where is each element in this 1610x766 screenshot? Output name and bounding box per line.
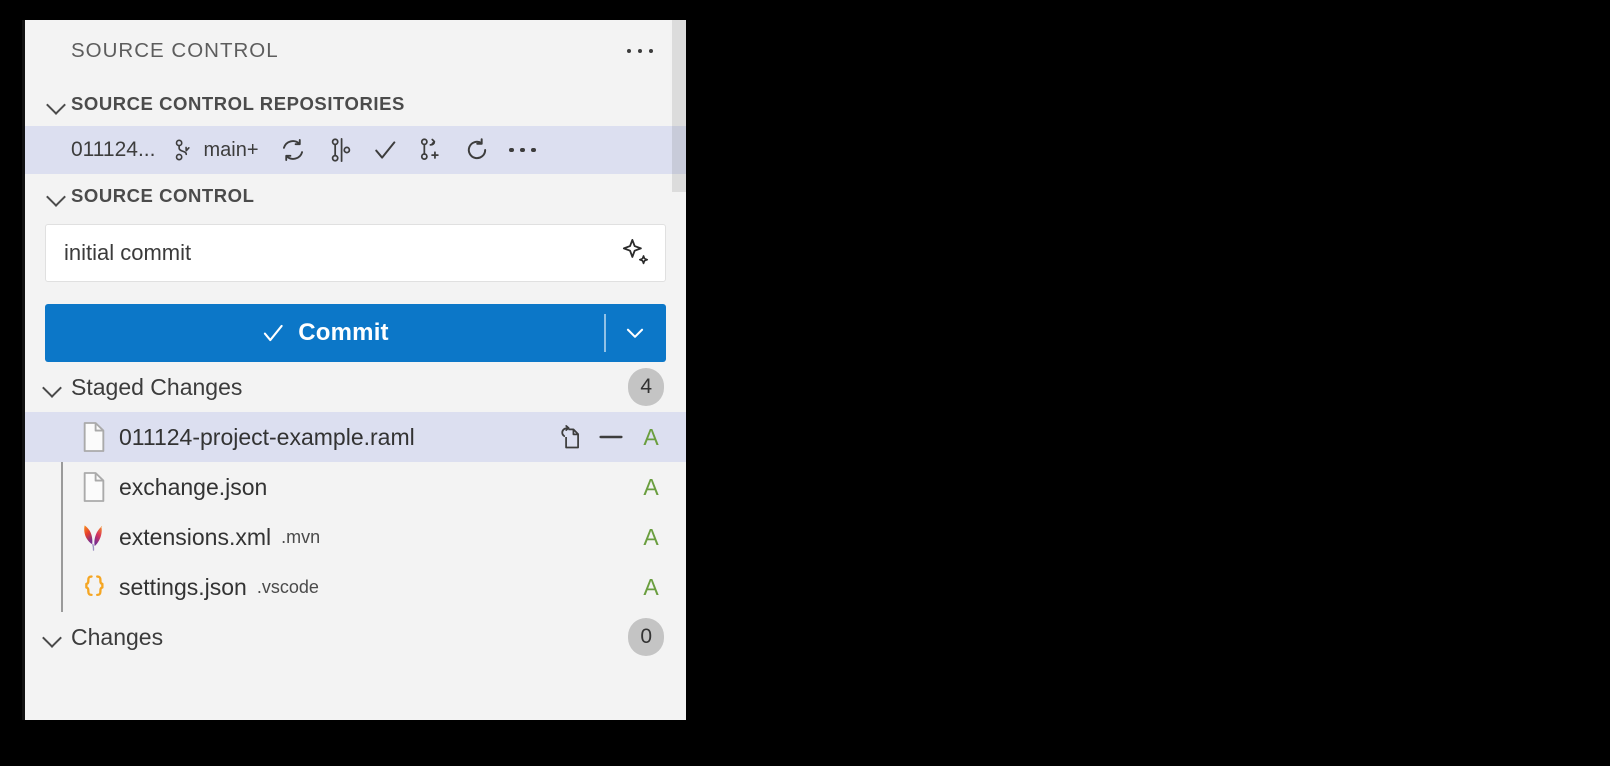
repository-more-actions-button[interactable]	[501, 132, 545, 168]
create-branch-icon	[420, 138, 439, 160]
create-branch-button[interactable]	[405, 130, 453, 170]
view-changes-button[interactable]	[317, 130, 365, 170]
file-list-staged-changes: 011124-project-example.raml A exchange.j…	[25, 412, 686, 612]
group-label-staged-changes: Staged Changes	[71, 373, 243, 400]
status-badge: A	[643, 473, 659, 500]
table-row[interactable]: extensions.xml .mvn A	[25, 512, 686, 562]
chevron-down-icon	[41, 181, 71, 211]
file-blank-icon	[75, 468, 113, 506]
branch-name: main+	[203, 138, 259, 161]
status-badge: 4	[628, 368, 664, 406]
commit-button[interactable]: Commit	[45, 304, 604, 362]
commit-button-repo[interactable]	[365, 130, 405, 170]
repository-name: 011124...	[71, 138, 156, 161]
table-row[interactable]: exchange.json A	[25, 462, 686, 512]
more-actions-icon	[626, 48, 654, 54]
group-header-staged-changes[interactable]: Staged Changes 4	[25, 362, 686, 412]
source-control-panel: SOURCE CONTROL SOURCE CONTROL REPOSITORI…	[22, 20, 686, 720]
sync-changes-button[interactable]	[269, 130, 317, 170]
open-file-button[interactable]	[550, 418, 588, 456]
maven-feather-icon	[75, 518, 113, 556]
file-name: exchange.json	[119, 473, 268, 500]
source-control-body: Commit	[25, 224, 686, 362]
section-header-repositories[interactable]: SOURCE CONTROL REPOSITORIES	[25, 82, 686, 126]
view-header-actions	[618, 33, 662, 69]
file-blank-icon	[75, 418, 113, 456]
refresh-icon	[467, 138, 486, 160]
view-header: SOURCE CONTROL	[25, 20, 686, 82]
table-row[interactable]: 011124-project-example.raml A	[25, 412, 686, 462]
section-title-repositories: SOURCE CONTROL REPOSITORIES	[71, 93, 405, 114]
status-badge: A	[643, 423, 659, 450]
file-description: .vscode	[256, 576, 319, 597]
branch-indicator[interactable]: main+	[171, 137, 259, 163]
commit-options-dropdown-button[interactable]	[604, 304, 666, 362]
unstage-changes-icon	[599, 435, 623, 439]
file-name: 011124-project-example.raml	[119, 423, 415, 450]
file-name: settings.json	[119, 573, 247, 600]
row-actions	[550, 418, 630, 456]
scrollbar-thumb[interactable]	[672, 20, 686, 192]
page-title: SOURCE CONTROL	[71, 39, 279, 62]
status-badge: 0	[628, 618, 664, 656]
json-braces-icon	[75, 568, 113, 606]
repository-actions	[269, 130, 545, 170]
sync-icon	[282, 139, 303, 161]
sparkle-icon	[622, 238, 649, 265]
commit-message-input[interactable]	[45, 224, 666, 282]
status-badge: A	[643, 523, 659, 550]
commit-message-container	[45, 224, 666, 282]
table-row[interactable]: settings.json .vscode A	[25, 562, 686, 612]
chevron-down-icon	[37, 372, 67, 402]
more-actions-icon	[509, 147, 536, 153]
open-file-icon	[561, 425, 579, 449]
check-icon	[264, 324, 283, 342]
section-header-source-control[interactable]: SOURCE CONTROL	[25, 174, 686, 218]
commit-button-label: Commit	[298, 319, 389, 346]
commit-button-group: Commit	[45, 304, 666, 362]
chevron-down-icon	[41, 89, 71, 119]
status-badge: A	[643, 573, 659, 600]
file-description: .mvn	[281, 526, 321, 547]
check-icon	[374, 141, 395, 159]
scrollbar[interactable]	[672, 20, 686, 720]
file-name: extensions.xml	[119, 523, 272, 550]
git-branch-icon	[176, 139, 191, 161]
chevron-down-icon	[626, 328, 644, 338]
views-and-more-actions-button[interactable]	[618, 33, 662, 69]
chevron-down-icon	[37, 622, 67, 652]
group-header-changes[interactable]: Changes 0	[25, 612, 686, 662]
repository-row[interactable]: 011124... main+	[25, 126, 686, 174]
group-label-changes: Changes	[71, 623, 164, 650]
compare-changes-icon	[331, 138, 350, 162]
generate-commit-message-button[interactable]	[614, 231, 658, 275]
unstage-changes-button[interactable]	[592, 418, 630, 456]
section-title-source-control: SOURCE CONTROL	[71, 185, 255, 206]
refresh-button[interactable]	[453, 130, 501, 170]
